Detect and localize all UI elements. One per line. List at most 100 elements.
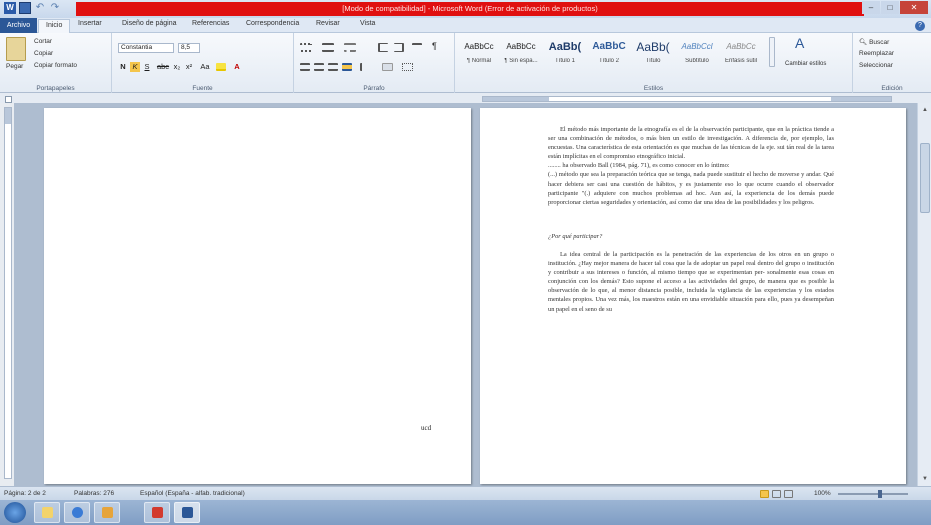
numbering-icon[interactable] — [322, 43, 334, 52]
windows-taskbar — [0, 500, 931, 525]
bold-button[interactable]: N — [118, 62, 128, 72]
horizontal-ruler[interactable] — [482, 96, 892, 102]
ruler-right-margin — [831, 97, 891, 101]
scroll-up-icon[interactable]: ▲ — [920, 105, 930, 115]
align-left-icon[interactable] — [300, 63, 310, 71]
zoom-level[interactable]: 100% — [814, 490, 831, 497]
style-sample: AaBb( — [636, 40, 670, 54]
show-formatting-button[interactable]: ¶ — [432, 41, 437, 51]
media-icon — [102, 507, 113, 518]
vertical-ruler[interactable] — [4, 107, 12, 479]
subscript-button[interactable]: x₂ — [172, 62, 182, 72]
vertical-scrollbar[interactable]: ▲ ▼ — [917, 103, 931, 486]
section-heading: ¿Por qué participar? — [548, 232, 603, 240]
change-styles-icon[interactable]: A — [795, 35, 804, 51]
style-subtle-emphasis[interactable]: AaBbCc Énfasis sutil — [721, 36, 761, 74]
quick-access-toolbar: W ↶ ↷ — [4, 2, 61, 14]
font-color-button[interactable]: A — [232, 62, 242, 72]
help-icon[interactable]: ? — [915, 21, 925, 31]
tab-review[interactable]: Revisar — [316, 20, 340, 27]
taskbar-app[interactable] — [144, 502, 170, 523]
document-workspace: ucd El método más importante de la etnog… — [14, 103, 917, 486]
tab-mailings[interactable]: Correspondencia — [246, 20, 299, 27]
editing-group-label: Edición — [881, 85, 903, 92]
taskbar-word[interactable] — [174, 502, 200, 523]
web-layout-icon[interactable] — [784, 490, 793, 498]
undo-icon[interactable]: ↶ — [34, 2, 46, 14]
copy-button[interactable]: Copiar — [34, 50, 53, 57]
paste-icon[interactable] — [6, 37, 26, 61]
minimize-button[interactable]: – — [862, 1, 880, 14]
align-center-icon[interactable] — [314, 63, 324, 71]
superscript-button[interactable]: x² — [184, 62, 194, 72]
zoom-slider[interactable] — [838, 490, 908, 498]
multilevel-list-icon[interactable] — [344, 43, 356, 52]
find-button[interactable]: 🔍︎ Buscar — [859, 38, 889, 46]
word-icon — [182, 507, 193, 518]
close-button[interactable]: ✕ — [900, 1, 928, 14]
page-count[interactable]: Página: 2 de 2 — [4, 490, 46, 497]
change-case-button[interactable]: Aa — [198, 62, 212, 72]
style-name: Título — [645, 58, 661, 64]
style-subtitle[interactable]: AaBbCcl Subtítulo — [677, 36, 717, 74]
change-styles-button[interactable]: Cambiar estilos — [785, 61, 826, 67]
line-spacing-icon[interactable] — [360, 63, 372, 71]
save-icon[interactable] — [19, 2, 31, 14]
scroll-thumb[interactable] — [920, 143, 930, 213]
style-title[interactable]: AaBb( Título — [633, 36, 673, 74]
strikethrough-button[interactable]: abc — [156, 62, 170, 72]
start-button[interactable] — [4, 502, 26, 523]
style-normal[interactable]: AaBbCc ¶ Normal — [459, 36, 499, 74]
borders-icon[interactable] — [402, 63, 413, 71]
tab-home[interactable]: Inicio — [38, 19, 71, 33]
align-right-icon[interactable] — [328, 63, 338, 71]
taskbar-media[interactable] — [94, 502, 120, 523]
paragraph-group: ¶ Párrafo — [294, 33, 455, 93]
scroll-down-icon[interactable]: ▼ — [920, 474, 930, 484]
tab-references[interactable]: Referencias — [192, 20, 229, 27]
word-count[interactable]: Palabras: 276 — [74, 490, 114, 497]
editing-group: 🔍︎ Buscar Reemplazar Seleccionar Edición — [853, 33, 931, 93]
italic-button[interactable]: K — [130, 62, 140, 72]
document-body[interactable]: El método más importante de la etnografí… — [548, 125, 834, 314]
highlight-icon[interactable] — [216, 63, 226, 71]
sort-icon[interactable] — [412, 43, 422, 52]
paste-button[interactable]: Pegar — [6, 63, 23, 70]
print-layout-icon[interactable] — [760, 490, 769, 498]
style-heading-1[interactable]: AaBb( Título 1 — [545, 36, 585, 74]
style-no-spacing[interactable]: AaBbCc ¶ Sin espa... — [501, 36, 541, 74]
tab-insert[interactable]: Insertar — [78, 20, 102, 27]
tab-file[interactable]: Archivo — [0, 18, 37, 33]
underline-button[interactable]: S — [142, 62, 152, 72]
bullets-icon[interactable] — [300, 43, 312, 52]
ruler-row — [0, 93, 931, 103]
shading-icon[interactable] — [382, 63, 393, 71]
zoom-slider-thumb[interactable] — [878, 490, 882, 498]
replace-button[interactable]: Reemplazar — [859, 50, 894, 57]
paragraph-group-label: Párrafo — [363, 85, 385, 92]
cut-button[interactable]: Cortar — [34, 38, 52, 45]
font-size-combo[interactable]: 8,5 — [178, 43, 200, 53]
styles-group-label: Estilos — [643, 85, 664, 92]
page-right[interactable]: El método más importante de la etnografí… — [480, 108, 906, 484]
styles-more-icon[interactable] — [769, 37, 775, 67]
decrease-indent-icon[interactable] — [378, 43, 388, 52]
tab-selector[interactable] — [5, 96, 12, 103]
justify-icon[interactable] — [342, 63, 352, 71]
select-button[interactable]: Seleccionar — [859, 62, 893, 69]
increase-indent-icon[interactable] — [394, 43, 404, 52]
maximize-button[interactable]: □ — [881, 1, 899, 14]
tab-page-layout[interactable]: Diseño de página — [122, 20, 177, 27]
format-painter-button[interactable]: Copiar formato — [34, 62, 77, 69]
page-left[interactable]: ucd — [44, 108, 471, 484]
tab-view[interactable]: Vista — [360, 20, 375, 27]
taskbar-explorer[interactable] — [34, 502, 60, 523]
word-app-icon[interactable]: W — [4, 2, 16, 14]
folder-icon — [42, 507, 53, 518]
redo-icon[interactable]: ↷ — [49, 2, 61, 14]
language-indicator[interactable]: Español (España - alfab. tradicional) — [140, 490, 245, 497]
font-name-combo[interactable]: Constantia — [118, 43, 174, 53]
full-screen-icon[interactable] — [772, 490, 781, 498]
taskbar-browser[interactable] — [64, 502, 90, 523]
style-heading-2[interactable]: AaBbC Título 2 — [589, 36, 629, 74]
